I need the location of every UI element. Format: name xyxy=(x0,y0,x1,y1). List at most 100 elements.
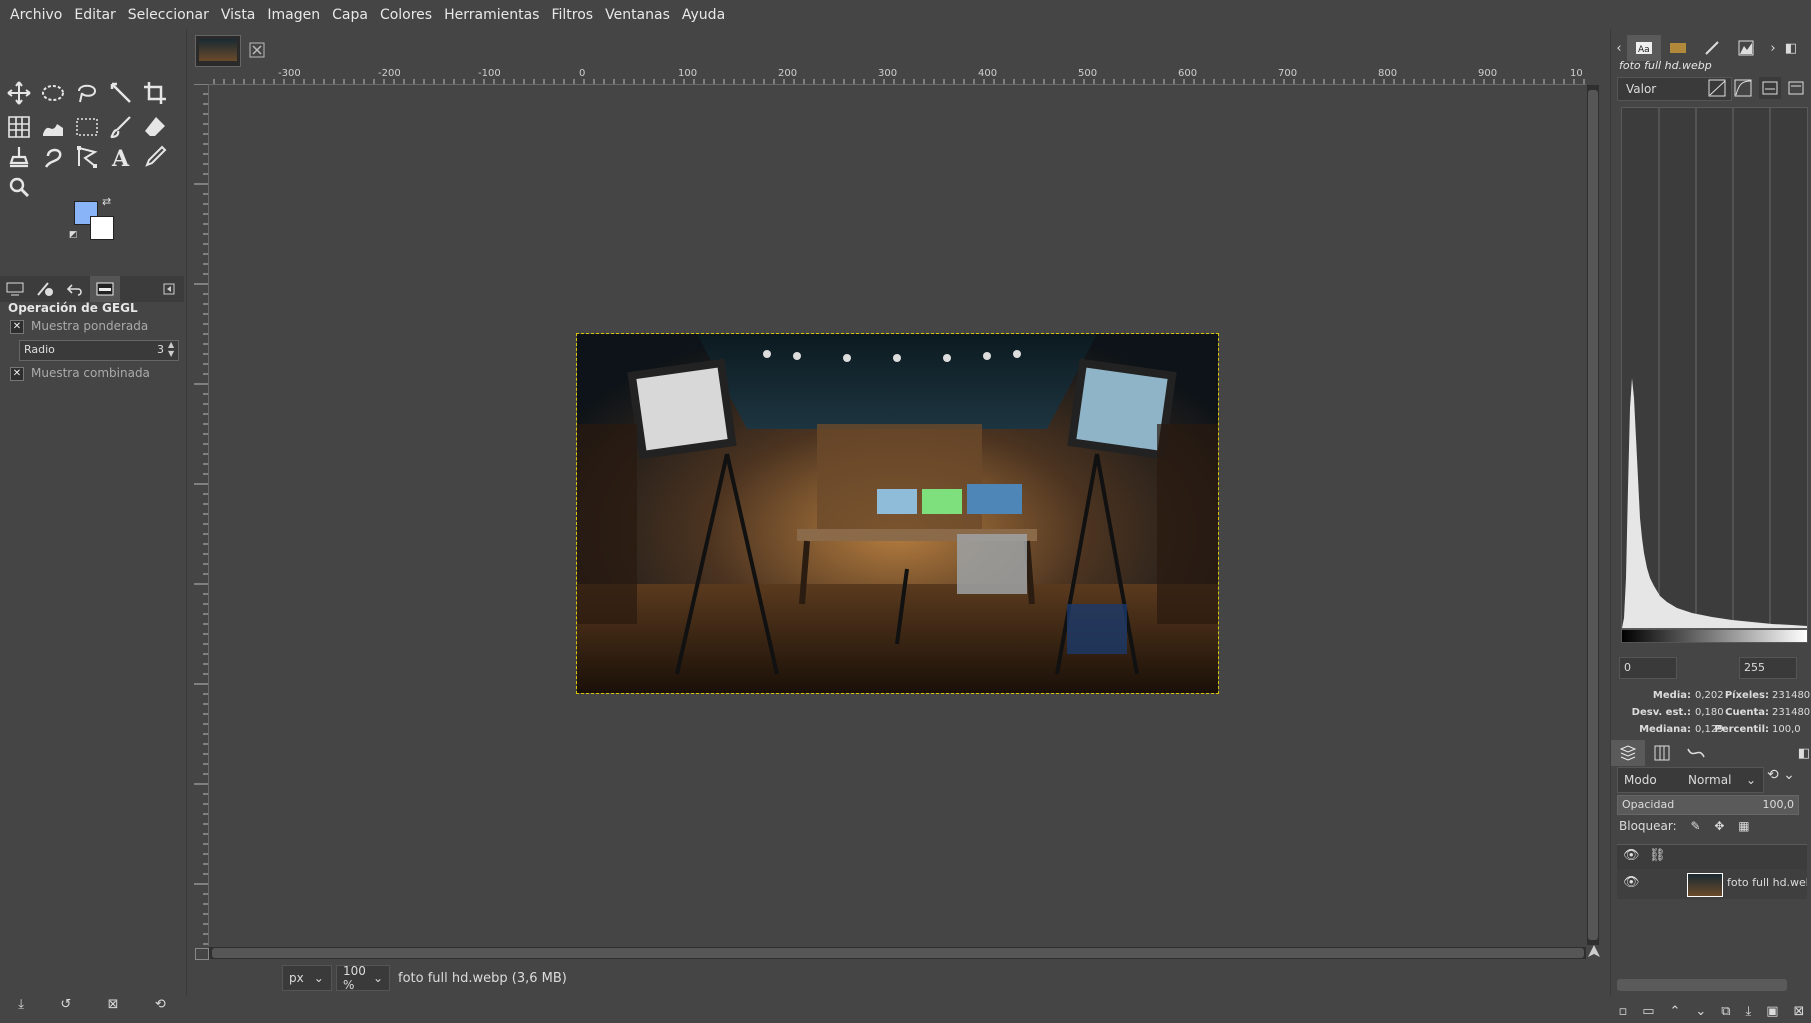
patterns-tab-icon[interactable] xyxy=(1661,35,1695,61)
images-tab-icon[interactable] xyxy=(90,276,120,302)
horizontal-scroll-thumb[interactable] xyxy=(212,948,1584,958)
combined-sample-checkbox[interactable]: ✕ xyxy=(10,367,24,381)
menu-archivo[interactable]: Archivo xyxy=(0,7,68,23)
opacity-slider[interactable]: Opacidad 100,0 xyxy=(1617,795,1799,815)
paintbrush-icon[interactable] xyxy=(104,110,138,144)
lock-position-icon[interactable]: ✥ xyxy=(1714,819,1724,833)
brushes-tab-icon[interactable] xyxy=(1695,35,1729,61)
save-options-icon[interactable]: ⤓ xyxy=(18,997,24,1012)
value-gradient-bar[interactable] xyxy=(1621,629,1808,643)
menu-seleccionar[interactable]: Seleccionar xyxy=(122,7,215,23)
ruler-label: -200 xyxy=(378,68,401,79)
weighted-sample-checkbox[interactable]: ✕ xyxy=(10,320,24,334)
crop-icon[interactable] xyxy=(138,76,172,110)
dock-menu-icon[interactable]: ◧ xyxy=(1796,740,1811,766)
radius-spinner[interactable]: Radio 3 ▲ ▼ xyxy=(19,340,179,361)
channels-tab-icon[interactable] xyxy=(1645,740,1679,766)
lock-alpha-icon[interactable]: ▦ xyxy=(1738,819,1749,833)
duplicate-layer-icon[interactable]: ⧉ xyxy=(1721,1004,1730,1019)
menu-capa[interactable]: Capa xyxy=(326,7,374,23)
vertical-scroll-thumb[interactable] xyxy=(1588,90,1598,940)
raise-layer-icon[interactable]: ⌃ xyxy=(1670,1004,1681,1019)
zoom-icon[interactable] xyxy=(2,170,36,204)
delete-layer-icon[interactable]: ⊠ xyxy=(1794,1004,1805,1019)
log-histogram-icon[interactable] xyxy=(1733,77,1755,99)
mode-select[interactable]: Modo Normal ⌄ xyxy=(1617,767,1764,793)
layer-name[interactable]: foto full hd.webp xyxy=(1727,876,1807,889)
log-view-icon[interactable] xyxy=(1785,77,1807,99)
clone-stamp-icon[interactable] xyxy=(2,140,36,174)
menu-herramientas[interactable]: Herramientas xyxy=(438,7,545,23)
color-picker-icon[interactable] xyxy=(138,140,172,174)
histogram-view-icon[interactable] xyxy=(1729,35,1763,61)
smudge-icon[interactable] xyxy=(36,140,70,174)
color-swatches[interactable]: ⇄ ◩ xyxy=(69,195,118,245)
background-color[interactable] xyxy=(90,216,114,240)
default-colors-icon[interactable]: ◩ xyxy=(69,230,78,240)
tool-options-tab-icon[interactable] xyxy=(0,276,30,302)
eraser-icon[interactable] xyxy=(138,110,172,144)
lock-row: Bloquear: ✎ ✥ ▦ xyxy=(1619,819,1750,833)
status-info: foto full hd.webp (3,6 MB) xyxy=(398,970,567,986)
restore-options-icon[interactable]: ↺ xyxy=(60,997,71,1012)
tool-row-3: A xyxy=(2,140,172,174)
radius-stepper-icon[interactable]: ▲ ▼ xyxy=(168,340,174,358)
ellipse-select-icon[interactable] xyxy=(36,76,70,110)
new-layer-group-icon[interactable]: ▭ xyxy=(1642,1004,1654,1019)
new-layer-icon[interactable]: ▫ xyxy=(1618,1004,1627,1019)
menu-filtros[interactable]: Filtros xyxy=(545,7,599,23)
move-tool-icon[interactable] xyxy=(2,76,36,110)
layers-tab-icon[interactable] xyxy=(1611,740,1645,766)
linear-view-icon[interactable] xyxy=(1759,77,1781,99)
vertical-ruler xyxy=(192,83,209,946)
visibility-eye-icon[interactable]: 👁 xyxy=(1623,875,1640,890)
range-min-input[interactable]: 0 xyxy=(1619,657,1677,679)
dock-menu-icon[interactable]: ◧ xyxy=(1783,35,1799,61)
text-tool-icon[interactable]: A xyxy=(104,140,138,174)
menu-colores[interactable]: Colores xyxy=(374,7,438,23)
navigate-icon[interactable] xyxy=(1587,944,1601,958)
chevron-right-icon[interactable]: › xyxy=(1763,35,1783,61)
layer-row[interactable]: 👁 foto full hd.webp xyxy=(1617,869,1807,899)
image-tab-thumbnail[interactable] xyxy=(195,35,241,67)
fuzzy-select-icon[interactable] xyxy=(104,76,138,110)
menu-imagen[interactable]: Imagen xyxy=(261,7,326,23)
linear-histogram-icon[interactable] xyxy=(1707,77,1729,99)
chevron-left-icon[interactable]: ‹ xyxy=(1611,35,1627,61)
menu-editar[interactable]: Editar xyxy=(68,7,121,23)
stddev-label: Desv. est.: xyxy=(1631,707,1691,718)
ruler-label: 300 xyxy=(878,68,898,79)
layers-horizontal-scroll[interactable] xyxy=(1617,979,1787,991)
menu-ayuda[interactable]: Ayuda xyxy=(676,7,731,23)
menu-vista[interactable]: Vista xyxy=(215,7,262,23)
dock-menu-icon[interactable] xyxy=(154,276,184,302)
undo-history-tab-icon[interactable] xyxy=(60,276,90,302)
paths-icon[interactable] xyxy=(70,140,104,174)
menu-ventanas[interactable]: Ventanas xyxy=(599,7,676,23)
delete-options-icon[interactable]: ⊠ xyxy=(108,997,119,1012)
merge-layer-icon[interactable]: ⤓ xyxy=(1746,1004,1752,1019)
device-status-tab-icon[interactable] xyxy=(30,276,60,302)
range-max-input[interactable]: 255 xyxy=(1739,657,1797,679)
warp-transform-icon[interactable] xyxy=(36,110,70,144)
unit-select[interactable]: px ⌄ xyxy=(282,965,332,991)
layers-list-header: 👁 ⛓ xyxy=(1617,844,1807,870)
zoom-select[interactable]: 100 % ⌄ xyxy=(336,964,390,992)
gradient-icon[interactable] xyxy=(70,110,104,144)
tool-options-dock-tabs xyxy=(0,276,184,302)
histogram-tab-icon[interactable]: Aa xyxy=(1627,35,1661,61)
image-canvas[interactable] xyxy=(576,333,1219,694)
reset-options-icon[interactable]: ⟲ xyxy=(155,997,166,1012)
lower-layer-icon[interactable]: ⌄ xyxy=(1695,1004,1706,1019)
histogram-graph[interactable] xyxy=(1621,107,1808,629)
paths-tab-icon[interactable] xyxy=(1679,740,1713,766)
chevron-down-icon: ⌄ xyxy=(372,971,383,985)
lock-pixels-icon[interactable]: ✎ xyxy=(1690,819,1700,833)
close-tab-icon[interactable] xyxy=(248,41,266,59)
mask-layer-icon[interactable]: ▣ xyxy=(1766,1004,1778,1019)
lasso-icon[interactable] xyxy=(70,76,104,110)
quick-mask-toggle[interactable] xyxy=(195,948,209,960)
unified-transform-icon[interactable] xyxy=(2,110,36,144)
composite-mode-icon[interactable]: ⟲ ⌄ xyxy=(1767,767,1807,791)
swap-colors-icon[interactable]: ⇄ xyxy=(102,195,111,208)
